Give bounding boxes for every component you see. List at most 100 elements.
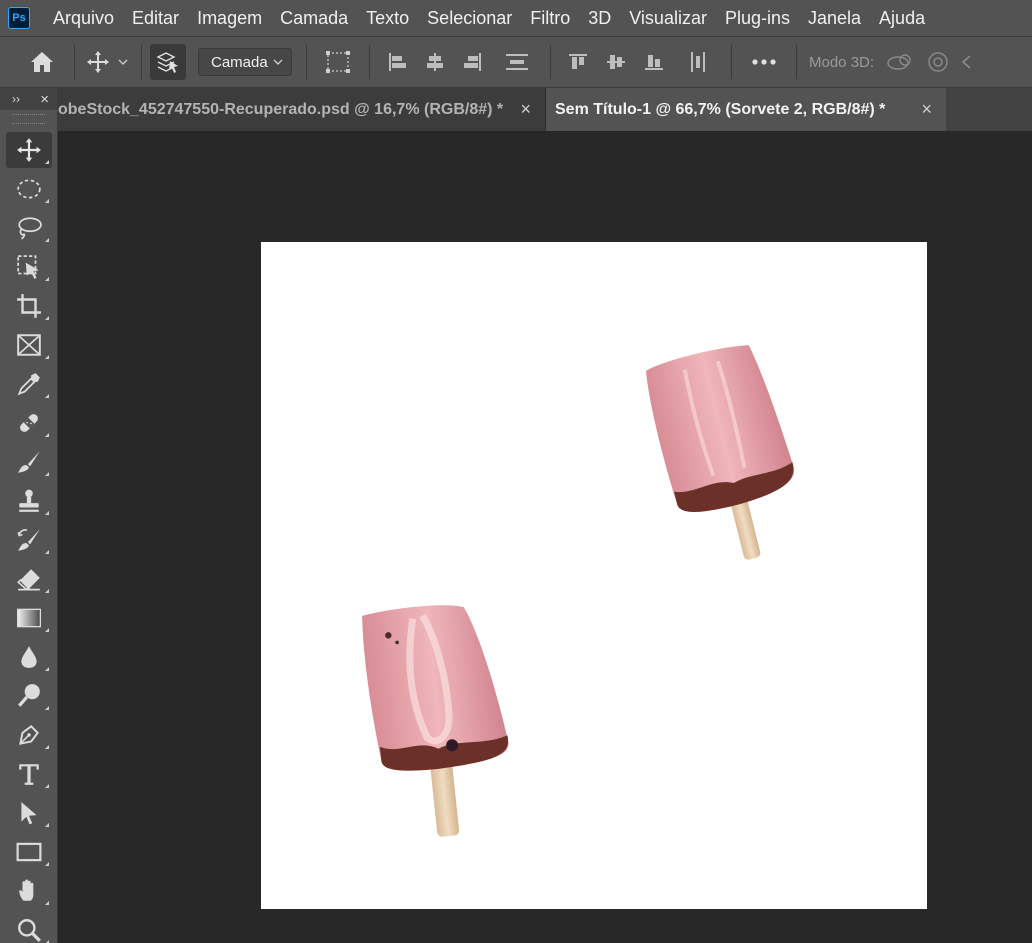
eyedropper-icon bbox=[17, 373, 40, 396]
crop-icon bbox=[17, 294, 41, 318]
chevron-down-icon bbox=[273, 59, 283, 65]
move-tool-preset-button[interactable] bbox=[83, 44, 113, 80]
home-button[interactable] bbox=[18, 44, 66, 80]
align-bottom-button[interactable] bbox=[635, 44, 673, 80]
more-icon bbox=[752, 59, 776, 65]
hand-tool[interactable] bbox=[6, 873, 52, 909]
blur-drop-icon bbox=[21, 646, 37, 668]
separator bbox=[306, 45, 307, 79]
menu-editar[interactable]: Editar bbox=[123, 0, 188, 36]
separator bbox=[141, 45, 142, 79]
tools-panel: ›› × bbox=[0, 88, 58, 943]
close-panel-button[interactable]: × bbox=[40, 91, 49, 108]
tool-preset-dropdown[interactable] bbox=[113, 44, 133, 80]
dodge-icon bbox=[18, 684, 40, 707]
menu-3d[interactable]: 3D bbox=[579, 0, 620, 36]
transform-controls-icon bbox=[326, 51, 350, 73]
transform-controls-toggle[interactable] bbox=[315, 44, 361, 80]
align-center-button[interactable] bbox=[416, 44, 454, 80]
align-bottom-icon bbox=[645, 55, 663, 70]
zoom-icon bbox=[18, 919, 41, 942]
align-top-icon bbox=[569, 54, 587, 69]
eraser-tool[interactable] bbox=[6, 561, 52, 597]
healing-brush-tool[interactable] bbox=[6, 405, 52, 441]
canvas-artwork bbox=[360, 338, 813, 843]
popsicle-layer-sorvete-2[interactable] bbox=[641, 338, 813, 574]
move-tool[interactable] bbox=[6, 132, 52, 168]
path-selection-tool[interactable] bbox=[6, 795, 52, 831]
auto-select-target-select[interactable]: Camada bbox=[198, 48, 292, 76]
pen-icon bbox=[19, 725, 39, 745]
menu-selecionar[interactable]: Selecionar bbox=[418, 0, 521, 36]
align-vertical-center-icon bbox=[607, 55, 625, 69]
frame-icon bbox=[17, 334, 41, 356]
align-left-button[interactable] bbox=[378, 44, 416, 80]
document-canvas[interactable] bbox=[261, 242, 927, 909]
menu-filtro[interactable]: Filtro bbox=[521, 0, 579, 36]
close-tab-button[interactable]: × bbox=[520, 99, 531, 120]
marquee-tool[interactable] bbox=[6, 171, 52, 207]
auto-select-toggle[interactable] bbox=[150, 44, 186, 80]
menu-arquivo[interactable]: Arquivo bbox=[44, 0, 123, 36]
tools-panel-header: ›› × bbox=[0, 88, 57, 110]
distribute-horizontal-button[interactable] bbox=[673, 44, 723, 80]
popsicle-layer-sorvete-1[interactable] bbox=[360, 599, 517, 843]
align-right-icon bbox=[464, 53, 481, 71]
menu-imagem[interactable]: Imagem bbox=[188, 0, 271, 36]
canvas-workspace[interactable] bbox=[59, 131, 1032, 943]
rectangle-tool[interactable] bbox=[6, 834, 52, 870]
stamp-icon bbox=[19, 489, 39, 512]
close-tab-button[interactable]: × bbox=[921, 99, 932, 120]
brush-icon bbox=[18, 451, 40, 473]
history-brush-tool[interactable] bbox=[6, 522, 52, 558]
gradient-icon bbox=[16, 608, 42, 628]
align-middle-button[interactable] bbox=[597, 44, 635, 80]
crop-tool[interactable] bbox=[6, 288, 52, 324]
separator bbox=[550, 45, 551, 79]
move-icon bbox=[17, 138, 41, 162]
more-options-button[interactable] bbox=[740, 44, 788, 80]
menu-camada[interactable]: Camada bbox=[271, 0, 357, 36]
pan-3d-icon bbox=[961, 55, 971, 69]
layers-select-icon bbox=[156, 52, 178, 73]
align-left-icon bbox=[389, 53, 406, 71]
menu-janela[interactable]: Janela bbox=[799, 0, 870, 36]
align-right-button[interactable] bbox=[454, 44, 492, 80]
separator bbox=[731, 45, 732, 79]
type-tool[interactable] bbox=[6, 756, 52, 792]
blur-tool[interactable] bbox=[6, 639, 52, 675]
bandage-icon bbox=[20, 414, 38, 432]
tab-sem-titulo-1[interactable]: Sem Título-1 @ 66,7% (Sorvete 2, RGB/8#)… bbox=[546, 88, 946, 131]
menu-visualizar[interactable]: Visualizar bbox=[620, 0, 716, 36]
menu-texto[interactable]: Texto bbox=[357, 0, 418, 36]
3d-pan-button[interactable] bbox=[956, 44, 976, 80]
chevron-down-icon bbox=[118, 59, 128, 65]
move-icon bbox=[87, 51, 109, 73]
eyedropper-tool[interactable] bbox=[6, 366, 52, 402]
distribute-icon bbox=[506, 54, 528, 70]
tab-adobestock-document[interactable]: obeStock_452747550-Recuperado.psd @ 16,7… bbox=[58, 88, 546, 131]
3d-orbit-button[interactable] bbox=[880, 44, 920, 80]
clone-stamp-tool[interactable] bbox=[6, 483, 52, 519]
align-horizontal-center-icon bbox=[427, 53, 443, 71]
menu-ajuda[interactable]: Ajuda bbox=[870, 0, 934, 36]
dodge-tool[interactable] bbox=[6, 678, 52, 714]
photoshop-logo[interactable]: Ps bbox=[8, 7, 30, 29]
pen-tool[interactable] bbox=[6, 717, 52, 753]
align-top-button[interactable] bbox=[559, 44, 597, 80]
3d-roll-button[interactable] bbox=[920, 44, 956, 80]
frame-tool[interactable] bbox=[6, 327, 52, 363]
brush-tool[interactable] bbox=[6, 444, 52, 480]
eraser-icon bbox=[17, 569, 40, 591]
panel-grip[interactable] bbox=[12, 114, 45, 124]
direct-selection-arrow-icon bbox=[21, 802, 37, 825]
menu-plugins[interactable]: Plug-ins bbox=[716, 0, 799, 36]
gradient-tool[interactable] bbox=[6, 600, 52, 636]
zoom-tool[interactable] bbox=[6, 912, 52, 943]
lasso-icon bbox=[18, 217, 42, 240]
history-brush-icon bbox=[17, 529, 40, 551]
lasso-tool[interactable] bbox=[6, 210, 52, 246]
expand-panel-button[interactable]: ›› bbox=[12, 92, 20, 106]
distribute-vertical-button[interactable] bbox=[492, 44, 542, 80]
object-selection-tool[interactable] bbox=[6, 249, 52, 285]
